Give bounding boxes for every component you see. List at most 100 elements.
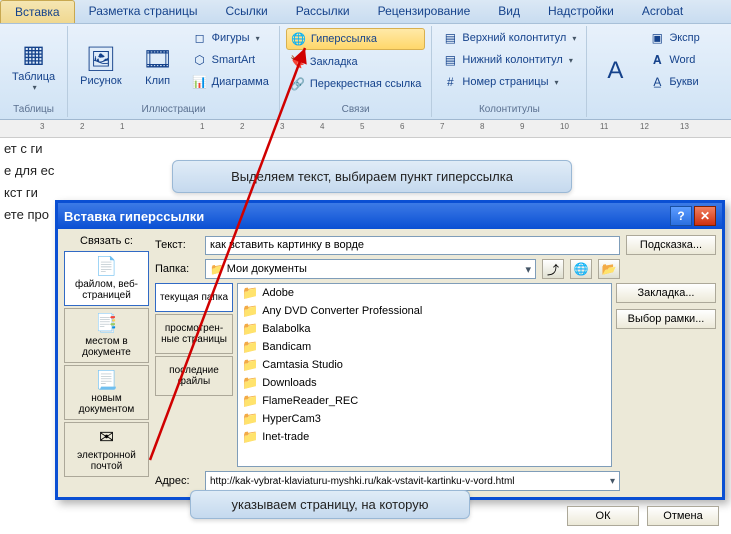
link-to-email[interactable]: ✉электронной почтой (64, 422, 149, 477)
picture-label: Рисунок (80, 75, 122, 87)
shapes-icon: ◻ (192, 30, 208, 46)
folder-icon: 📁 (242, 429, 258, 445)
pagenum-button[interactable]: #Номер страницы (438, 72, 580, 92)
shapes-label: Фигуры (212, 32, 250, 44)
crossref-button[interactable]: 🔗Перекрестная ссылка (286, 74, 426, 94)
screentip-button[interactable]: Подсказка... (626, 235, 716, 255)
folder-icon: 📁 (242, 393, 258, 409)
link-to-file[interactable]: 📄файлом, веб-страницей (64, 251, 149, 306)
target-frame-button[interactable]: Выбор рамки... (616, 309, 716, 329)
smartart-icon: ⬡ (192, 52, 208, 68)
address-input[interactable]: http://kak-vybrat-klaviaturu-myshki.ru/k… (205, 471, 620, 491)
chart-button[interactable]: 📊Диаграмма (188, 72, 273, 92)
cancel-button[interactable]: Отмена (647, 506, 719, 526)
ok-button[interactable]: ОК (567, 506, 639, 526)
bookmark-dialog-button[interactable]: Закладка... (616, 283, 716, 303)
chart-label: Диаграмма (212, 76, 269, 88)
list-item[interactable]: 📁Inet-trade (238, 428, 611, 446)
tab-review[interactable]: Рецензирование (364, 0, 485, 23)
group-tables: ▦ Таблица Таблицы (0, 26, 68, 117)
list-item[interactable]: 📁Bandicam (238, 338, 611, 356)
table-button[interactable]: ▦ Таблица (6, 28, 61, 102)
insert-hyperlink-dialog: Вставка гиперссылки ? ✕ Связать с: 📄файл… (55, 200, 725, 500)
current-folder-button[interactable]: текущая папка (155, 283, 233, 312)
dropcap-button[interactable]: A̲Букви (645, 72, 703, 92)
folder-icon: 📁 (210, 263, 224, 276)
header-button[interactable]: ▤Верхний колонтитул (438, 28, 580, 48)
file-list[interactable]: 📁Adobe 📁Any DVD Converter Professional 📁… (237, 283, 612, 467)
list-item[interactable]: 📁HyperCam3 (238, 410, 611, 428)
file-name: Downloads (262, 377, 316, 389)
link-to-newdoc-label: новым документом (67, 393, 146, 415)
group-text: A ▣Экспр 𝐀Word A̲Букви (587, 26, 709, 117)
textbox-button[interactable]: A (593, 28, 637, 113)
tab-references[interactable]: Ссылки (211, 0, 281, 23)
footer-label: Нижний колонтитул (462, 54, 562, 66)
footer-icon: ▤ (442, 52, 458, 68)
bookmark-button[interactable]: 🔖 Закладка (286, 52, 426, 72)
display-text-input[interactable] (205, 236, 620, 255)
folder-value: Мои документы (227, 263, 307, 275)
newdoc-icon: 📃 (95, 370, 117, 391)
browse-web-button[interactable]: 🌐 (570, 259, 592, 279)
tab-insert[interactable]: Вставка (0, 0, 75, 23)
tab-mailings[interactable]: Рассылки (282, 0, 364, 23)
list-item[interactable]: 📁Any DVD Converter Professional (238, 302, 611, 320)
folder-icon: 📁 (242, 411, 258, 427)
folder-icon: 📁 (242, 303, 258, 319)
list-item[interactable]: 📁 FlameReader_REC (238, 392, 611, 410)
ribbon-body: ▦ Таблица Таблицы 🖼 Рисунок 🎞 Клип ◻ Фигу… (0, 24, 731, 120)
picture-icon: 🖼 (85, 43, 117, 75)
link-to-place-label: местом в документе (67, 336, 146, 358)
folder-label: Папка: (155, 263, 199, 275)
group-links-label: Связи (286, 102, 426, 115)
bookmark-label: Закладка (310, 56, 358, 68)
folder-dropdown[interactable]: 📁 Мои документы (205, 259, 536, 279)
help-button[interactable]: ? (670, 206, 692, 226)
list-item[interactable]: 📁Balabolka (238, 320, 611, 338)
smartart-button[interactable]: ⬡SmartArt (188, 50, 273, 70)
footer-button[interactable]: ▤ Нижний колонтитул (438, 50, 580, 70)
folder-icon: 📁 (242, 285, 258, 301)
browsed-pages-button[interactable]: просмотрен- ные страницы (155, 314, 233, 354)
tab-addins[interactable]: Надстройки (534, 0, 628, 23)
place-icon: 📑 (95, 313, 117, 334)
tab-layout[interactable]: Разметка страницы (75, 0, 212, 23)
hyperlink-label: Гиперссылка (311, 33, 377, 45)
wordart-label: Word (669, 54, 695, 66)
doc-line: е для ес (4, 160, 70, 182)
link-to-newdoc[interactable]: 📃новым документом (64, 365, 149, 420)
file-web-icon: 📄 (95, 256, 117, 277)
ribbon-tabs: Вставка Разметка страницы Ссылки Рассылк… (0, 0, 731, 24)
up-folder-button[interactable]: ⤴ (542, 259, 564, 279)
link-to-place[interactable]: 📑местом в документе (64, 308, 149, 363)
list-item[interactable]: 📁Downloads (238, 374, 611, 392)
pagenum-label: Номер страницы (462, 76, 548, 88)
quickparts-button[interactable]: ▣Экспр (645, 28, 703, 48)
list-item[interactable]: 📁Adobe (238, 284, 611, 302)
bookmark-icon: 🔖 (290, 54, 306, 70)
close-button[interactable]: ✕ (694, 206, 716, 226)
browse-file-button[interactable]: 📂 (598, 259, 620, 279)
picture-button[interactable]: 🖼 Рисунок (74, 28, 128, 102)
shapes-button[interactable]: ◻ Фигуры (188, 28, 273, 48)
file-name: Bandicam (262, 341, 311, 353)
list-item[interactable]: 📁Camtasia Studio (238, 356, 611, 374)
group-tables-label: Таблицы (6, 102, 61, 115)
clipart-button[interactable]: 🎞 Клип (136, 28, 180, 102)
link-to-file-label: файлом, веб-страницей (67, 279, 146, 301)
dialog-main: Текст: Подсказка... Папка: 📁 Мои докумен… (155, 235, 716, 491)
dialog-titlebar[interactable]: Вставка гиперссылки ? ✕ (58, 203, 722, 229)
tab-acrobat[interactable]: Acrobat (628, 0, 697, 23)
recent-files-button[interactable]: последние файлы (155, 356, 233, 396)
ruler: 321 123 456 789 101112 13 (0, 120, 731, 138)
header-label: Верхний колонтитул (462, 32, 566, 44)
dialog-title: Вставка гиперссылки (64, 209, 204, 224)
tab-view[interactable]: Вид (484, 0, 534, 23)
quickparts-icon: ▣ (649, 30, 665, 46)
file-name: FlameReader_REC (262, 395, 358, 407)
wordart-button[interactable]: 𝐀Word (645, 50, 703, 70)
hyperlink-button[interactable]: 🌐Гиперссылка (286, 28, 426, 50)
table-label: Таблица (12, 71, 55, 83)
group-links: 🌐Гиперссылка 🔖 Закладка 🔗Перекрестная ссы… (280, 26, 433, 117)
